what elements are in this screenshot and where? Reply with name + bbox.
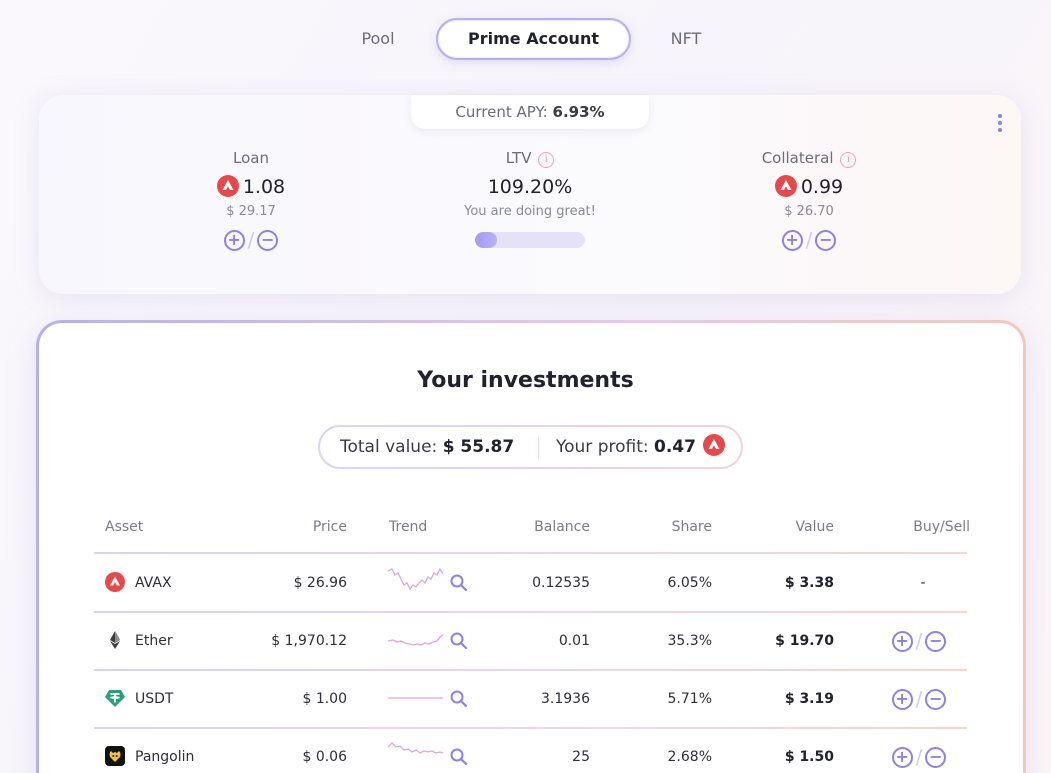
asset-price: $ 1,970.12 — [271, 633, 347, 649]
asset-share: 35.3% — [667, 633, 712, 649]
separator-slash: / — [915, 629, 923, 653]
sell-button[interactable]: − — [925, 630, 947, 652]
asset-price: $ 1.00 — [302, 691, 347, 707]
withdraw-button[interactable]: − — [815, 229, 837, 251]
column-header-share: Share — [671, 519, 712, 535]
buy-button[interactable]: + — [891, 746, 913, 768]
asset-balance: 0.01 — [558, 633, 590, 649]
search-icon[interactable] — [449, 747, 469, 767]
row-divider — [94, 552, 967, 554]
asset-value: $ 1.50 — [784, 749, 834, 765]
trend-sparkline — [388, 742, 444, 754]
separator-slash: / — [915, 745, 923, 769]
total-value: $ 55.87 — [442, 437, 515, 457]
column-header-value: Value — [795, 519, 834, 535]
buy-button[interactable]: + — [891, 688, 913, 710]
asset-value: $ 19.70 — [775, 633, 834, 649]
apy-value: 6.93% — [552, 103, 605, 121]
buy-sell-unavailable: - — [920, 575, 926, 591]
account-tabs: Pool Prime Account NFT — [0, 18, 1051, 60]
separator-slash: / — [915, 687, 923, 711]
borrow-button[interactable]: + — [223, 229, 245, 251]
separator-slash: / — [805, 228, 813, 252]
asset-name: AVAX — [135, 575, 172, 591]
asset-share: 2.68% — [667, 749, 712, 765]
asset-balance: 25 — [572, 749, 590, 765]
trend-cell — [386, 729, 476, 773]
avax-icon — [703, 434, 726, 456]
collateral-usd-value: $ 26.70 — [784, 204, 834, 219]
trend-sparkline — [388, 567, 444, 591]
loan-stat: Loan 1.08 $ 29.17 + / − — [151, 148, 351, 252]
deposit-button[interactable]: + — [781, 229, 803, 251]
summary-divider — [538, 437, 539, 459]
profit-value: 0.47 — [654, 437, 696, 457]
current-apy-badge: Current APY: 6.93% — [411, 95, 649, 129]
column-header-price: Price — [312, 519, 347, 535]
collateral-label: Collateral — [761, 149, 834, 167]
more-options-icon[interactable] — [996, 114, 1004, 132]
trend-cell — [386, 671, 476, 727]
trend-sparkline — [388, 634, 444, 646]
asset-price: $ 26.96 — [293, 575, 347, 591]
pangolin-icon — [105, 746, 125, 766]
separator-slash: / — [247, 228, 255, 252]
ltv-stat: LTV i 109.20% You are doing great! — [430, 148, 630, 248]
table-row-pangolin: Pangolin $ 0.06 25 2.68% $ 1.50 + / − — [94, 729, 967, 773]
asset-balance: 3.1936 — [541, 691, 590, 707]
trend-cell — [386, 613, 476, 669]
sell-button[interactable]: − — [925, 746, 947, 768]
table-row-usdt: USDT $ 1.00 3.1936 5.71% $ 3.19 + / − — [94, 671, 967, 727]
ltv-progress-fill — [475, 232, 497, 248]
avax-icon — [105, 572, 125, 592]
tab-nft[interactable]: NFT — [648, 18, 724, 60]
search-icon[interactable] — [449, 573, 469, 593]
loan-label: Loan — [233, 149, 269, 167]
investments-title: Your investments — [417, 368, 634, 393]
asset-name: Ether — [135, 633, 173, 649]
collateral-stat: Collateral i 0.99 $ 26.70 + / − — [709, 148, 909, 252]
buy-button[interactable]: + — [891, 630, 913, 652]
asset-name: USDT — [135, 691, 174, 707]
column-header-asset: Asset — [105, 519, 144, 535]
asset-price: $ 0.06 — [302, 749, 347, 765]
apy-label: Current APY: — [455, 103, 548, 121]
ltv-value: 109.20% — [487, 176, 573, 198]
info-icon[interactable]: i — [840, 152, 857, 168]
tab-pool[interactable]: Pool — [340, 18, 416, 60]
asset-value: $ 3.38 — [784, 575, 834, 591]
ltv-progress-bar — [475, 232, 585, 248]
ltv-status-text: You are doing great! — [464, 204, 596, 219]
collateral-amount: 0.99 — [800, 176, 844, 198]
info-icon[interactable]: i — [538, 152, 555, 168]
loan-usd-value: $ 29.17 — [226, 204, 276, 219]
search-icon[interactable] — [449, 631, 469, 651]
ltv-label: LTV — [505, 149, 532, 167]
asset-name: Pangolin — [135, 749, 195, 765]
sell-button[interactable]: − — [925, 688, 947, 710]
repay-button[interactable]: − — [257, 229, 279, 251]
asset-share: 5.71% — [667, 691, 712, 707]
column-header-buy-sell: Buy/Sell — [913, 519, 970, 535]
profit-label: Your profit: — [556, 437, 649, 457]
loan-amount: 1.08 — [242, 176, 286, 198]
trend-cell — [386, 555, 476, 611]
total-value-label: Total value: — [340, 437, 438, 457]
trend-sparkline — [388, 697, 443, 699]
asset-value: $ 3.19 — [784, 691, 834, 707]
asset-balance: 0.12535 — [532, 575, 590, 591]
investments-summary: Total value: $ 55.87 Your profit: 0.47 — [318, 425, 743, 469]
table-row-ether: Ether $ 1,970.12 0.01 35.3% $ 19.70 + / − — [94, 613, 967, 669]
usdt-icon — [105, 690, 125, 707]
asset-share: 6.05% — [667, 575, 712, 591]
search-icon[interactable] — [449, 689, 469, 709]
avax-icon — [774, 175, 797, 197]
avax-icon — [216, 175, 239, 197]
column-header-balance: Balance — [534, 519, 590, 535]
ether-icon — [110, 631, 120, 649]
tab-prime-account[interactable]: Prime Account — [436, 18, 631, 60]
column-header-trend: Trend — [389, 519, 428, 535]
table-row-avax: AVAX $ 26.96 0.12535 6.05% $ 3.38 - — [94, 555, 967, 611]
